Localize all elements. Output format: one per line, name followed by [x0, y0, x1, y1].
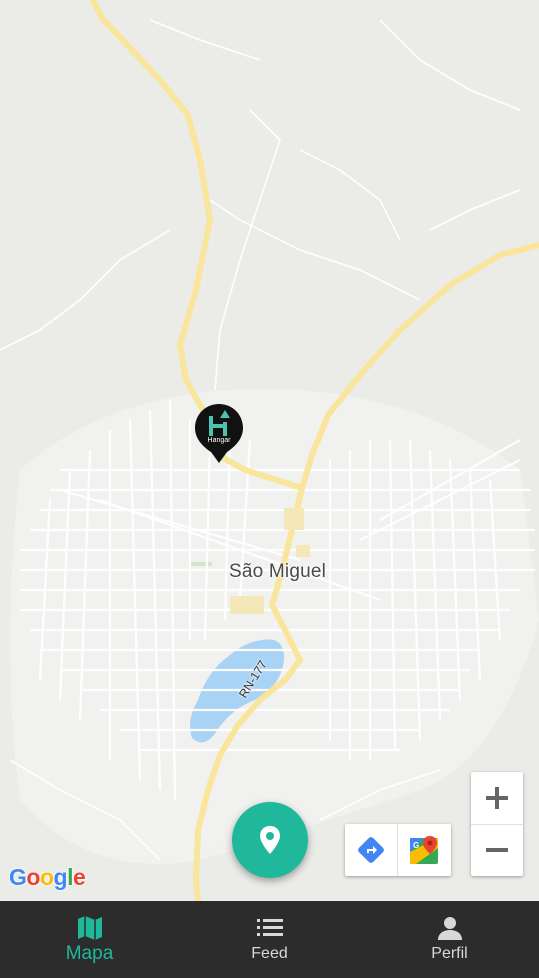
directions-button[interactable]: [345, 824, 398, 876]
open-in-maps-button[interactable]: G: [398, 824, 450, 876]
svg-text:G: G: [413, 841, 419, 850]
directions-icon: [358, 837, 384, 863]
list-icon: [256, 913, 284, 943]
map-view[interactable]: São Miguel RN-177 Hangar Google G: [0, 0, 539, 901]
nav-item-mapa[interactable]: Mapa: [0, 901, 179, 978]
nav-item-perfil[interactable]: Perfil: [360, 901, 539, 978]
zoom-out-button[interactable]: [471, 824, 523, 876]
nav-label-feed: Feed: [251, 945, 288, 962]
hangar-logo-pin-icon[interactable]: Hangar: [193, 402, 245, 464]
map-canvas: [0, 0, 539, 901]
google-attribution: Google: [9, 864, 86, 890]
bottom-navigation: Mapa Feed Perfil: [0, 901, 539, 978]
marker-brand-label: Hangar: [207, 437, 231, 444]
map-toolbar: G: [345, 824, 451, 876]
person-icon: [437, 913, 463, 943]
zoom-in-button[interactable]: [471, 772, 523, 825]
add-location-fab[interactable]: [232, 802, 308, 878]
nav-label-perfil: Perfil: [431, 945, 468, 962]
zoom-controls: [471, 772, 523, 876]
location-pin-icon: [260, 826, 280, 854]
google-maps-icon: G: [410, 836, 438, 864]
city-label: São Miguel: [229, 561, 327, 582]
minus-icon: [486, 848, 508, 852]
map-icon: [76, 913, 104, 943]
plus-icon: [486, 787, 508, 809]
nav-label-mapa: Mapa: [65, 943, 114, 964]
nav-item-feed[interactable]: Feed: [180, 901, 359, 978]
